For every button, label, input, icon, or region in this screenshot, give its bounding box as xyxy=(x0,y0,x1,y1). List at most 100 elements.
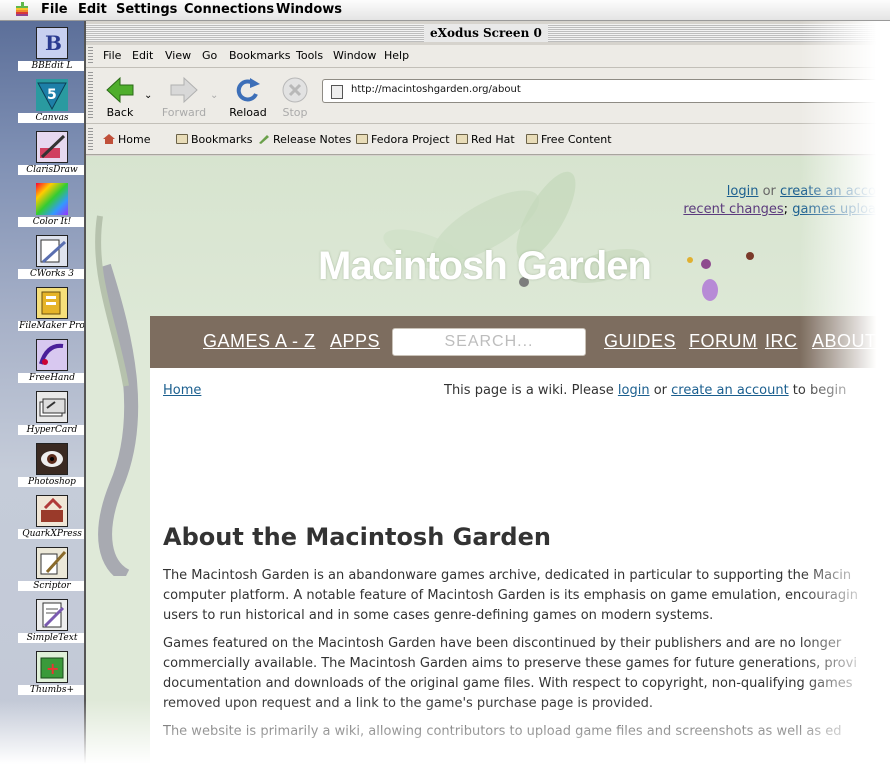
toolbar-grip[interactable] xyxy=(88,72,93,120)
folder-icon xyxy=(356,134,368,144)
folder-icon xyxy=(456,134,468,144)
login-link[interactable]: login xyxy=(727,184,759,199)
back-arrow-icon xyxy=(106,76,134,104)
reload-button[interactable]: Reload xyxy=(222,74,274,120)
nav-apps-link[interactable]: APPS xyxy=(330,331,380,352)
apple-menu-icon[interactable] xyxy=(14,2,30,18)
paragraph: The Macintosh Garden is an abandonware g… xyxy=(163,568,859,623)
header-background xyxy=(86,156,890,320)
browser-menu-view[interactable]: View xyxy=(165,49,191,62)
desktop-icon-clarisdraw[interactable]: ClarisDraw xyxy=(0,131,86,183)
desktop-icon-freehand[interactable]: FreeHand xyxy=(0,339,86,391)
stop-button[interactable]: Stop xyxy=(269,74,321,120)
toolbar-grip[interactable] xyxy=(88,128,93,150)
back-button[interactable]: Back xyxy=(94,74,146,120)
browser-menu-file[interactable]: File xyxy=(103,49,121,62)
browser-window: eXodus Screen 0 File Edit View Go Bookma… xyxy=(84,21,890,771)
browser-menu-go[interactable]: Go xyxy=(202,49,217,62)
nav-irc-link[interactable]: IRC xyxy=(765,331,798,352)
bookmark-release-notes[interactable]: Release Notes xyxy=(258,133,351,146)
freehand-icon xyxy=(36,339,68,371)
browser-menu-bookmarks[interactable]: Bookmarks xyxy=(229,49,290,62)
desktop-icon-bbedit[interactable]: B BBEdit L xyxy=(0,27,86,79)
leaf-decoration xyxy=(383,171,754,301)
nav-guides-link[interactable]: GUIDES xyxy=(604,331,676,352)
browser-menu-tools[interactable]: Tools xyxy=(296,49,323,62)
desktop-icon-photoshop[interactable]: Photoshop xyxy=(0,443,86,495)
browser-menu-edit[interactable]: Edit xyxy=(132,49,153,62)
breadcrumb-home-link[interactable]: Home xyxy=(163,383,201,398)
account-links: login or create an acco recent changes; … xyxy=(683,184,876,217)
bookmark-leaf-icon xyxy=(259,135,269,144)
bookmark-home[interactable]: Home xyxy=(103,133,150,146)
scriptor-icon xyxy=(36,547,68,579)
back-dropdown-icon[interactable]: ⌄ xyxy=(144,90,152,101)
desktop-icon-hypercard[interactable]: HyperCard xyxy=(0,391,86,443)
bookmark-fedora-project[interactable]: Fedora Project xyxy=(356,133,450,146)
page-icon xyxy=(331,85,343,99)
browser-menu-help[interactable]: Help xyxy=(384,49,409,62)
reload-icon xyxy=(236,78,260,102)
window-titlebar[interactable]: eXodus Screen 0 xyxy=(86,24,890,42)
site-logo[interactable]: Macintosh Garden xyxy=(318,244,652,289)
recent-changes-link[interactable]: recent changes xyxy=(683,202,783,217)
desktop-icon-quarkxpress[interactable]: QuarkXPress xyxy=(0,495,86,547)
menu-settings[interactable]: Settings xyxy=(116,1,177,19)
colorit-icon xyxy=(36,183,68,215)
browser-menu-window[interactable]: Window xyxy=(333,49,376,62)
url-field[interactable]: http://macintoshgarden.org/about xyxy=(322,79,890,103)
paragraph: Games featured on the Macintosh Garden h… xyxy=(163,636,857,711)
photoshop-icon xyxy=(36,443,68,475)
games-uploaded-link[interactable]: games uploa xyxy=(792,202,876,217)
clarisworks-icon xyxy=(36,235,68,267)
stop-icon xyxy=(282,77,308,103)
menu-connections[interactable]: Connections xyxy=(184,1,274,19)
forward-arrow-icon xyxy=(170,76,198,104)
filemaker-icon xyxy=(36,287,68,319)
svg-text:5: 5 xyxy=(47,87,57,103)
swirl-decoration xyxy=(95,215,139,576)
desktop-icon-scriptor[interactable]: Scriptor xyxy=(0,547,86,599)
desktop-icon-cworks[interactable]: CWorks 3 xyxy=(0,235,86,287)
desktop-icon-canvas[interactable]: 5 Canvas xyxy=(0,79,86,131)
quarkxpress-icon xyxy=(36,495,68,527)
desktop-icon-thumbsplus[interactable]: + Thumbs+ xyxy=(0,651,86,703)
navigation-toolbar: Back ⌄ Forward ⌄ Reload Stop http://maci… xyxy=(86,68,890,124)
bookmark-red-hat[interactable]: Red Hat xyxy=(456,133,515,146)
page-title: About the Macintosh Garden xyxy=(163,523,551,551)
window-title: eXodus Screen 0 xyxy=(424,24,548,42)
desktop-icon-simpletext[interactable]: SimpleText xyxy=(0,599,86,651)
simpletext-icon xyxy=(36,599,68,631)
nav-about-link[interactable]: ABOUT xyxy=(812,331,877,352)
menu-file[interactable]: File xyxy=(41,1,68,19)
site-nav: GAMES A - Z APPS SEARCH... GUIDES FORUM … xyxy=(150,316,890,368)
bookmark-free-content[interactable]: Free Content xyxy=(526,133,612,146)
svg-text:+: + xyxy=(46,659,59,678)
create-account-link[interactable]: create an acco xyxy=(780,184,876,199)
forward-dropdown-icon[interactable]: ⌄ xyxy=(210,90,218,101)
forward-button[interactable]: Forward xyxy=(158,74,210,120)
paragraph: The website is primarily a wiki, allowin… xyxy=(163,724,842,739)
desktop: B BBEdit L 5 Canvas ClarisDraw Color It!… xyxy=(0,21,86,771)
desktop-icon-filemaker[interactable]: FileMaker Pro xyxy=(0,287,86,339)
search-input[interactable]: SEARCH... xyxy=(392,328,586,356)
bbedit-icon: B xyxy=(36,27,68,59)
menu-edit[interactable]: Edit xyxy=(78,1,107,19)
menu-windows[interactable]: Windows xyxy=(276,1,342,19)
bookmark-bookmarks[interactable]: Bookmarks xyxy=(176,133,252,146)
nav-games-link[interactable]: GAMES A - Z xyxy=(203,331,316,352)
system-menubar: File Edit Settings Connections Windows xyxy=(0,0,890,21)
wiki-create-account-link[interactable]: create an account xyxy=(671,383,789,398)
svg-text:B: B xyxy=(45,31,62,55)
folder-icon xyxy=(526,134,538,144)
breadcrumb: Home xyxy=(163,383,201,398)
wiki-notice: This page is a wiki. Please login or cre… xyxy=(444,383,847,398)
nav-forum-link[interactable]: FORUM xyxy=(689,331,758,352)
wiki-login-link[interactable]: login xyxy=(618,383,650,398)
bookmarks-toolbar: Home Bookmarks Release Notes Fedora Proj… xyxy=(86,124,890,155)
toolbar-grip[interactable] xyxy=(88,47,93,65)
desktop-icon-colorit[interactable]: Color It! xyxy=(0,183,86,235)
thumbsplus-icon: + xyxy=(36,651,68,683)
folder-icon xyxy=(176,134,188,144)
hypercard-icon xyxy=(36,391,68,423)
